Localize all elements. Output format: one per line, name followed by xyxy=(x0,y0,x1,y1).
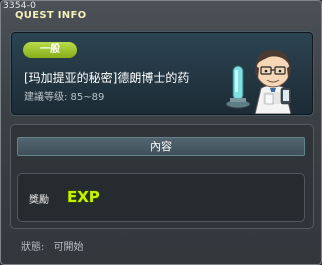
status-value: 可開始 xyxy=(53,242,84,253)
content-tab[interactable]: 內容 xyxy=(17,137,305,156)
quest-status: 狀態: 可開始 xyxy=(21,238,84,253)
quest-summary-card: 一般 [玛加提亚的秘密]德朗博士的药 建議等级: 85~89 xyxy=(10,31,314,116)
exp-icon-text: EXP xyxy=(67,188,100,206)
category-badge: 一般 xyxy=(23,42,77,58)
exp-icon: EXP xyxy=(66,187,100,206)
reward-box: 獎勵 EXP xyxy=(17,173,305,222)
recommended-level: 建議等级: 85~89 xyxy=(24,92,105,103)
reward-label: 獎勵 xyxy=(29,195,49,206)
quest-content-panel: 內容 獎勵 EXP xyxy=(10,124,314,229)
window-title: QUEST INFO xyxy=(15,10,87,21)
quest-info-window: 3354-0 QUEST INFO 一般 [玛加提亚的秘密]德朗博士的药 建議等… xyxy=(0,0,322,265)
quest-name: [玛加提亚的秘密]德朗博士的药 xyxy=(24,71,190,85)
npc-doctor-portrait-icon xyxy=(225,50,292,114)
status-label: 狀態: xyxy=(21,242,45,253)
